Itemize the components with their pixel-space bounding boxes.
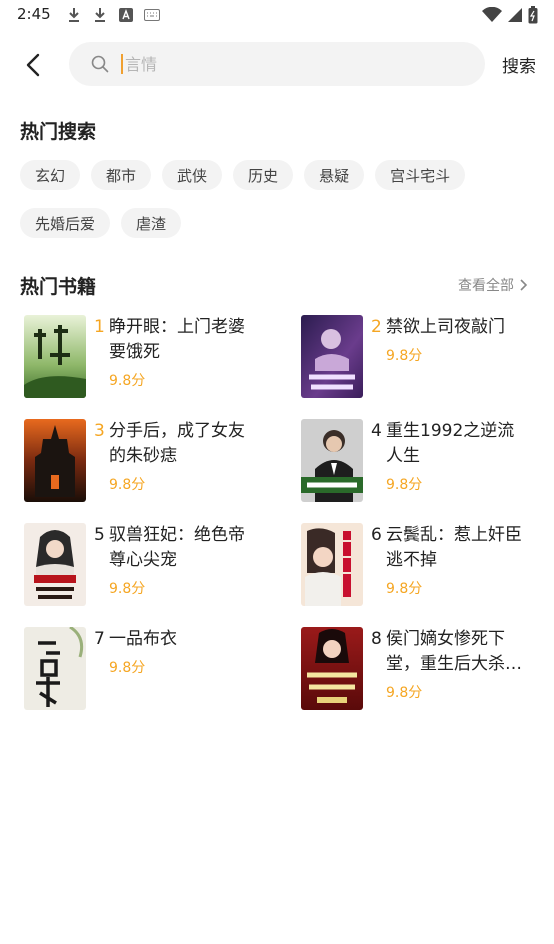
search-tag[interactable]: 先婚后爱	[20, 208, 111, 238]
view-all-link[interactable]: 查看全部	[458, 275, 528, 295]
search-tag[interactable]: 悬疑	[304, 160, 365, 190]
book-item[interactable]: 2 禁欲上司夜敲门 9.8分	[301, 315, 544, 398]
book-cover	[301, 627, 363, 710]
book-rank: 5	[94, 525, 105, 545]
search-icon	[91, 55, 109, 73]
search-tag[interactable]: 历史	[233, 160, 294, 190]
book-item[interactable]: 8侯门嫡女惨死下堂，重生后大杀四方 9.8分	[301, 627, 544, 710]
book-score: 9.8分	[109, 581, 146, 597]
hot-search-title: 热门搜索	[20, 121, 97, 143]
book-rank: 7	[94, 629, 105, 649]
book-title: 分手后，成了女友的朱砂痣	[109, 421, 245, 466]
search-tag[interactable]: 虐渣	[121, 208, 182, 238]
book-title: 一品布衣	[109, 629, 177, 649]
book-score: 9.8分	[109, 660, 146, 676]
download-icon	[92, 7, 108, 23]
chevron-right-icon	[520, 279, 528, 291]
status-bar: 2:45	[0, 0, 554, 30]
download-icon	[66, 7, 82, 23]
book-score: 9.8分	[109, 477, 146, 493]
battery-icon	[528, 6, 538, 28]
search-tag[interactable]: 武侠	[162, 160, 223, 190]
hot-books-list: 1 睁开眼：上门老婆要饿死 9.8分 2 禁欲上司夜敲门 9.8分 3 分手后，成了女…	[24, 315, 544, 710]
back-button[interactable]	[16, 48, 50, 82]
view-all-label: 查看全部	[458, 278, 514, 294]
book-title: 禁欲上司夜敲门	[386, 317, 505, 337]
book-score: 9.8分	[109, 373, 146, 389]
book-cover	[301, 523, 363, 606]
book-item[interactable]: 1 睁开眼：上门老婆要饿死 9.8分	[24, 315, 301, 398]
hot-search-tags: 玄幻 都市 武侠 历史 悬疑 宫斗宅斗 先婚后爱 虐渣	[20, 160, 540, 238]
search-tag[interactable]: 宫斗宅斗	[375, 160, 466, 190]
book-title: 侯门嫡女惨死下堂，重生后大杀四方	[386, 629, 522, 674]
book-item[interactable]: 6 云鬓乱：惹上奸臣逃不掉 9.8分	[301, 523, 544, 606]
search-tag[interactable]: 都市	[91, 160, 152, 190]
book-title: 重生1992之逆流人生	[386, 421, 515, 466]
book-title: 驭兽狂妃：绝色帝尊心尖宠	[109, 525, 245, 570]
wifi-icon	[482, 6, 502, 27]
search-button[interactable]: 搜索	[502, 52, 536, 77]
search-box[interactable]	[69, 42, 485, 86]
keyboard-icon	[144, 7, 160, 23]
book-rank: 2	[371, 317, 382, 337]
book-rank: 4	[371, 421, 382, 441]
chevron-left-icon	[26, 53, 40, 77]
book-score: 9.8分	[386, 581, 423, 597]
book-rank: 8	[371, 629, 382, 649]
book-cover	[24, 315, 86, 398]
book-item[interactable]: 7 一品布衣 9.8分	[24, 627, 301, 710]
hot-books-title: 热门书籍	[20, 276, 97, 298]
book-item[interactable]: 4 重生1992之逆流人生 9.8分	[301, 419, 544, 502]
text-caret	[121, 54, 123, 74]
book-title: 睁开眼：上门老婆要饿死	[109, 317, 245, 362]
status-time: 2:45	[17, 5, 51, 23]
search-input[interactable]	[125, 42, 465, 86]
book-score: 9.8分	[386, 477, 423, 493]
signal-icon	[507, 7, 523, 27]
book-cover	[24, 419, 86, 502]
book-cover	[301, 419, 363, 502]
book-title: 云鬓乱：惹上奸臣逃不掉	[386, 525, 522, 570]
book-score: 9.8分	[386, 348, 423, 364]
search-header: 搜索	[0, 42, 554, 86]
book-item[interactable]: 5 驭兽狂妃：绝色帝尊心尖宠 9.8分	[24, 523, 301, 606]
search-tag[interactable]: 玄幻	[20, 160, 81, 190]
book-cover	[24, 523, 86, 606]
book-rank: 6	[371, 525, 382, 545]
book-cover	[24, 627, 86, 710]
book-item[interactable]: 3 分手后，成了女友的朱砂痣 9.8分	[24, 419, 301, 502]
book-score: 9.8分	[386, 685, 423, 701]
app-a-icon	[118, 7, 134, 23]
book-rank: 1	[94, 317, 105, 337]
book-cover	[301, 315, 363, 398]
book-rank: 3	[94, 421, 105, 441]
